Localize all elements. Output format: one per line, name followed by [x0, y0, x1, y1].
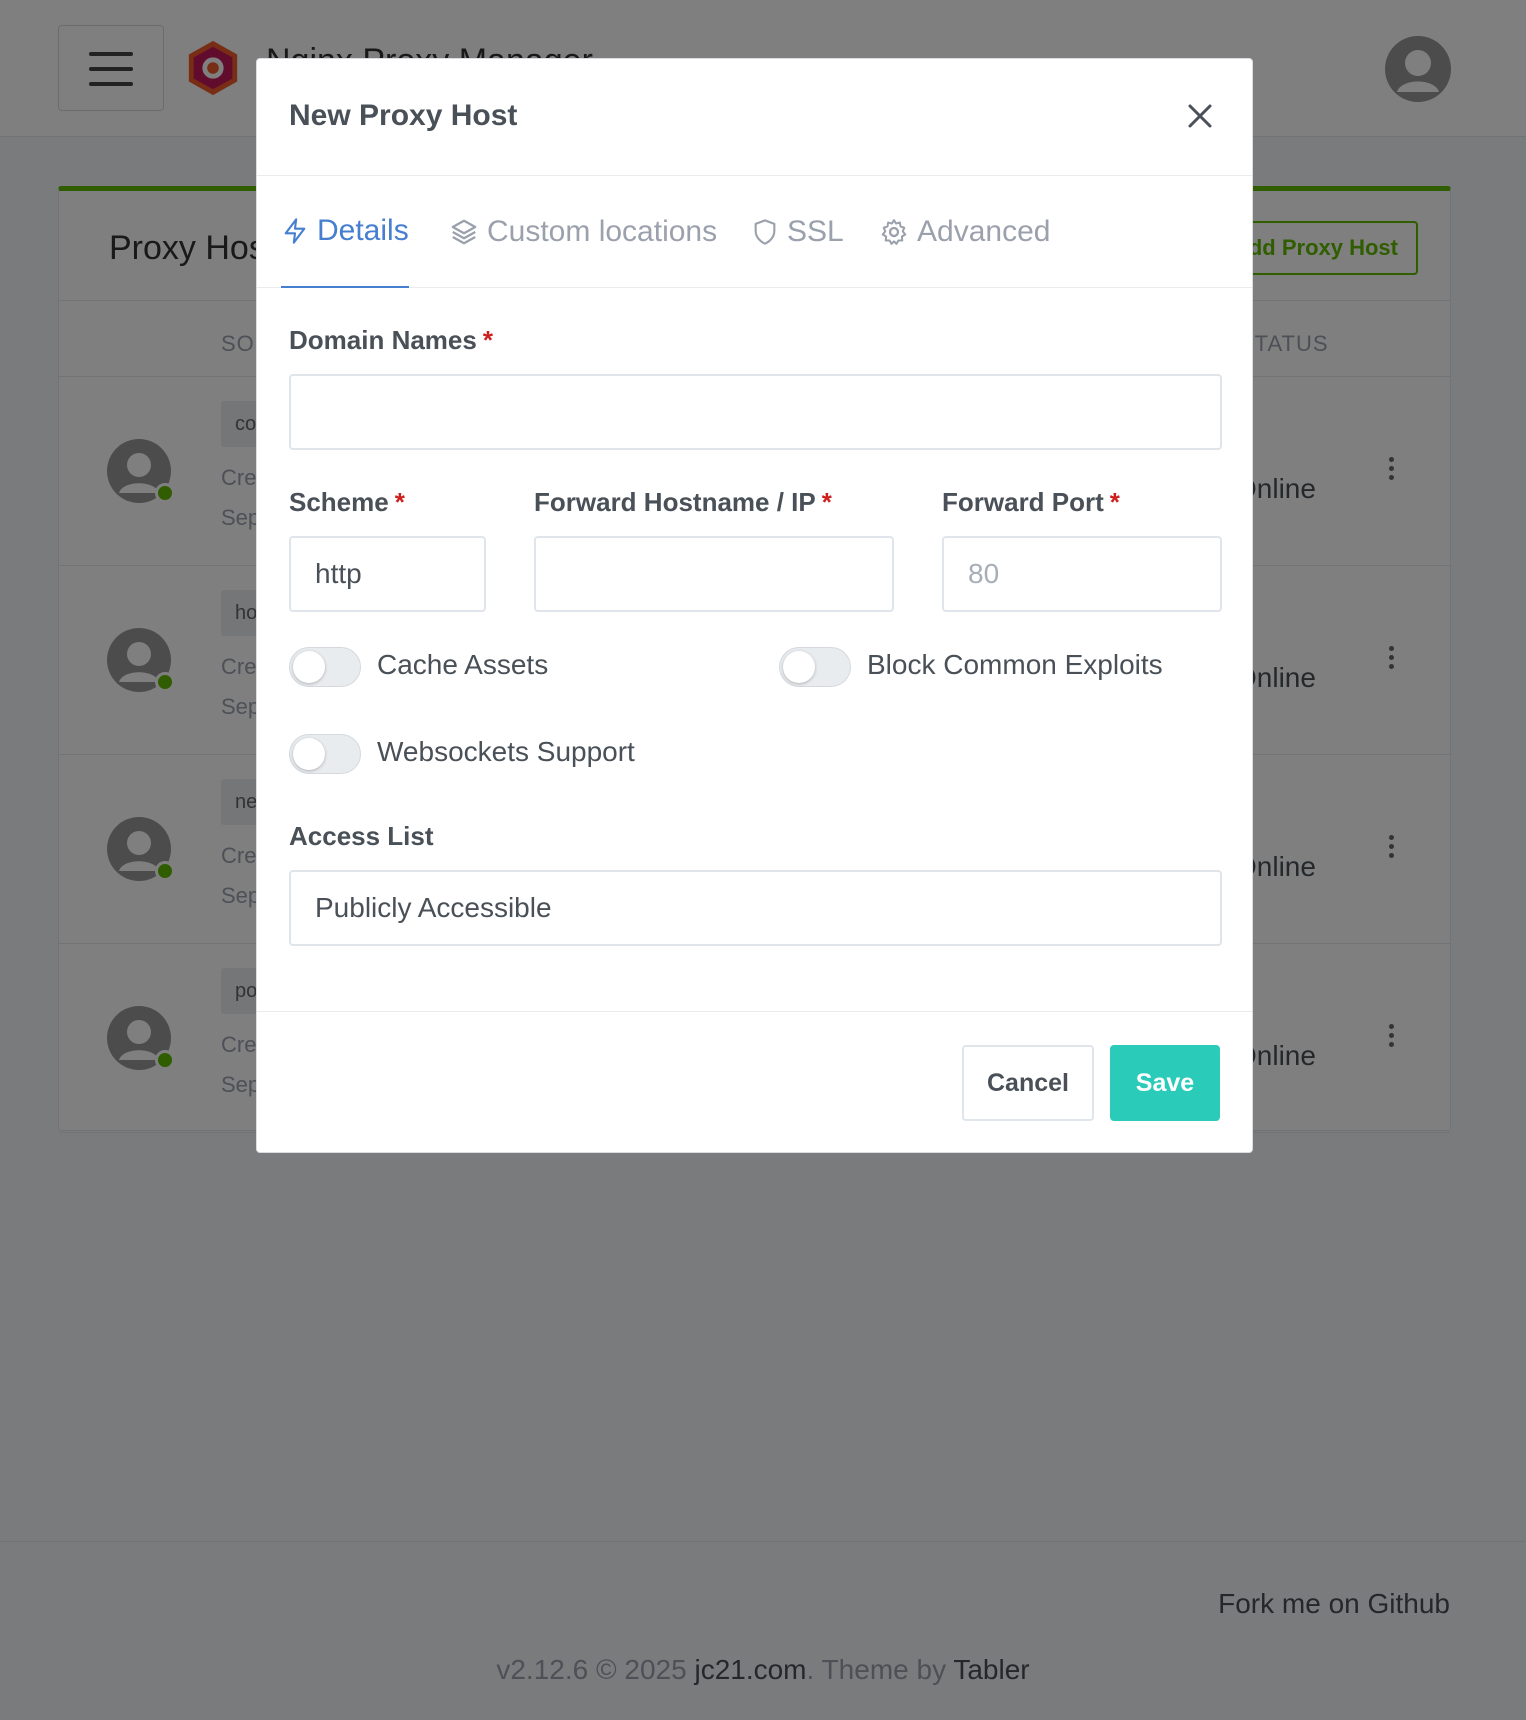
tab-advanced[interactable]: Advanced	[879, 176, 1050, 288]
toggle-knob	[783, 651, 815, 683]
cache-assets-label[interactable]: Cache Assets	[377, 649, 548, 681]
tab-details[interactable]: Details	[281, 176, 409, 288]
tab-custom-locations[interactable]: Custom locations	[449, 176, 717, 288]
tab-label: Advanced	[917, 215, 1051, 248]
toggle-knob	[293, 651, 325, 683]
modal-title: New Proxy Host	[289, 99, 518, 132]
websockets-support-label[interactable]: Websockets Support	[377, 736, 635, 768]
domain-names-input[interactable]	[289, 374, 1222, 450]
scheme-label-text: Scheme	[289, 487, 389, 517]
forward-hostname-label-text: Forward Hostname / IP	[534, 487, 816, 517]
gear-icon	[881, 219, 907, 245]
scheme-input[interactable]	[289, 536, 486, 612]
domain-names-label: Domain Names *	[289, 325, 493, 356]
domain-names-label-text: Domain Names	[289, 325, 477, 355]
save-button[interactable]: Save	[1110, 1045, 1220, 1121]
required-marker: *	[394, 487, 405, 517]
tab-ssl[interactable]: SSL	[751, 176, 844, 288]
cancel-button[interactable]: Cancel	[962, 1045, 1094, 1121]
access-list-select[interactable]: Publicly Accessible	[289, 870, 1222, 946]
forward-port-label: Forward Port *	[942, 487, 1120, 518]
modal-footer-divider	[257, 1011, 1252, 1012]
scheme-label: Scheme *	[289, 487, 405, 518]
close-icon[interactable]	[1183, 99, 1217, 133]
block-common-exploits-toggle[interactable]	[779, 647, 851, 687]
block-common-exploits-label[interactable]: Block Common Exploits	[867, 649, 1163, 681]
forward-port-input[interactable]	[942, 536, 1222, 612]
tab-label: Custom locations	[487, 215, 718, 248]
required-marker: *	[1109, 487, 1120, 517]
shield-icon	[754, 219, 776, 245]
forward-hostname-input[interactable]	[534, 536, 894, 612]
layers-icon	[451, 219, 477, 245]
access-list-label: Access List	[289, 821, 434, 851]
required-marker: *	[821, 487, 832, 517]
new-proxy-host-modal: New Proxy Host Details Custom locations …	[256, 58, 1253, 1153]
modal-header: New Proxy Host	[257, 59, 1252, 176]
forward-hostname-label: Forward Hostname / IP *	[534, 487, 832, 518]
tab-label: Details	[317, 214, 409, 247]
required-marker: *	[482, 325, 493, 355]
forward-port-label-text: Forward Port	[942, 487, 1104, 517]
modal-tabs: Details Custom locations SSL Advanced	[257, 176, 1252, 288]
tab-label: SSL	[787, 215, 844, 248]
lightning-icon	[284, 218, 306, 244]
websockets-support-toggle[interactable]	[289, 734, 361, 774]
cache-assets-toggle[interactable]	[289, 647, 361, 687]
toggle-knob	[293, 738, 325, 770]
